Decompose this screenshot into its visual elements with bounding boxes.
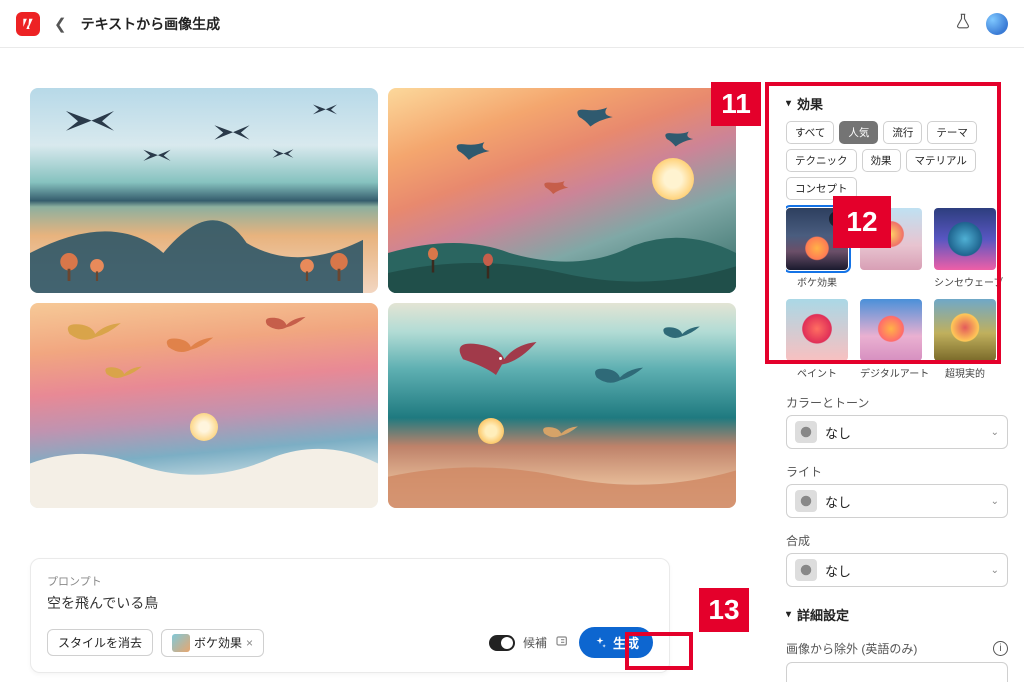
app-header: ❮ テキストから画像生成: [0, 0, 1024, 48]
chevron-down-icon: ⌄: [991, 565, 999, 576]
exclude-label: 画像から除外 (英語のみ): [786, 640, 917, 657]
style-chip-bokeh[interactable]: ボケ効果 ×: [161, 629, 264, 657]
suggestions-toggle[interactable]: [489, 635, 515, 651]
lighting-label: ライト: [786, 463, 1008, 480]
selector-thumb-icon: [795, 490, 817, 512]
remove-style-icon[interactable]: ×: [246, 636, 253, 650]
callout-12: 12: [833, 196, 891, 248]
clear-style-button[interactable]: スタイルを消去: [47, 629, 153, 656]
prompt-label: プロンプト: [47, 573, 653, 589]
suggestions-label: 候補: [523, 634, 547, 651]
back-button[interactable]: ❮: [54, 15, 67, 33]
result-image[interactable]: [30, 88, 378, 293]
lighting-select[interactable]: なし ⌄: [786, 484, 1008, 518]
style-thumb-icon: [172, 634, 190, 652]
result-image[interactable]: [388, 303, 736, 508]
callout-11: 11: [711, 82, 761, 126]
composition-select[interactable]: なし ⌄: [786, 553, 1008, 587]
advanced-section-header[interactable]: ▾ 詳細設定: [786, 605, 1008, 624]
composition-label: 合成: [786, 532, 1008, 549]
callout-13-box: [625, 632, 693, 670]
prompt-panel: プロンプト 空を飛んでいる鳥 スタイルを消去 ボケ効果 × 候補 生成: [30, 558, 670, 673]
result-image[interactable]: [30, 303, 378, 508]
callout-13: 13: [699, 588, 749, 632]
selector-thumb-icon: [795, 559, 817, 581]
chevron-down-icon: ▾: [786, 609, 791, 620]
globe-icon[interactable]: [986, 13, 1008, 35]
selector-thumb-icon: [795, 421, 817, 443]
color-tone-label: カラーとトーン: [786, 394, 1008, 411]
chevron-down-icon: ⌄: [991, 427, 999, 438]
page-title: テキストから画像生成: [81, 14, 221, 34]
color-tone-select[interactable]: なし ⌄: [786, 415, 1008, 449]
info-icon[interactable]: i: [993, 641, 1008, 656]
prompt-text[interactable]: 空を飛んでいる鳥: [47, 593, 653, 613]
adobe-logo-icon: [16, 12, 40, 36]
results-grid: [30, 88, 786, 508]
exclude-input[interactable]: [786, 662, 1008, 682]
sparkle-icon: [593, 636, 607, 650]
chevron-down-icon: ⌄: [991, 496, 999, 507]
result-image[interactable]: [388, 88, 736, 293]
beaker-icon[interactable]: [954, 12, 972, 35]
prompt-settings-icon[interactable]: [555, 633, 571, 652]
